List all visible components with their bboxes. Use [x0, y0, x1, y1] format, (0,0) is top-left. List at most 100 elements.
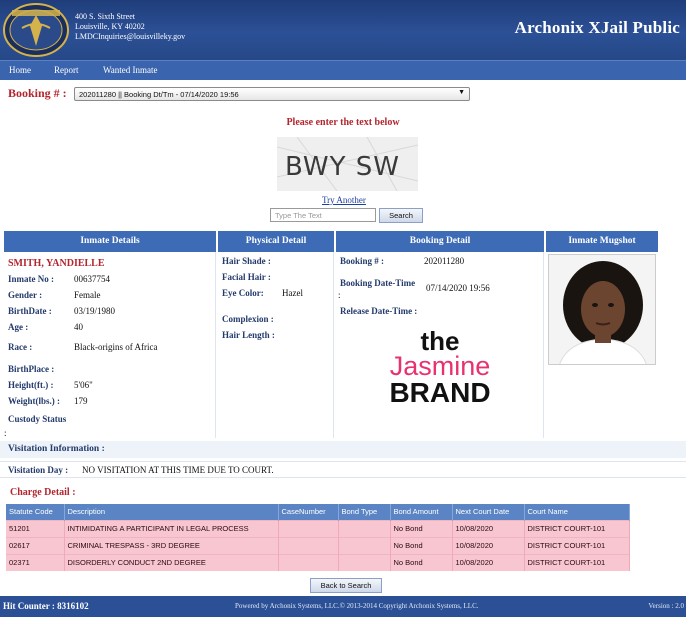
case-number-cell — [278, 553, 339, 571]
back-to-search-button[interactable]: Back to Search — [310, 578, 382, 593]
bond-type-cell — [338, 519, 391, 537]
description-cell: CRIMINAL TRESPASS - 3RD DEGREE — [64, 536, 279, 554]
gender-value: Female — [74, 290, 101, 300]
captcha-image: BWY SW — [277, 137, 418, 191]
inmate-mugshot-header: Inmate Mugshot — [546, 231, 658, 252]
booking-select-value: 202011280 || Booking Dt/Tm - 07/14/2020 … — [79, 90, 239, 99]
powered-by-text: Powered by Archonix Systems, LLC.© 2013-… — [235, 602, 479, 610]
physical-detail-header: Physical Detail — [218, 231, 334, 252]
brand-title: Archonix XJail Public — [514, 18, 680, 37]
nav-report[interactable]: Report — [54, 65, 79, 75]
weight-value: 179 — [74, 396, 88, 406]
custody-status-value: : — [4, 428, 7, 438]
contact-email[interactable]: LMDCInquiries@louisvilleky.gov — [75, 32, 185, 42]
custody-status-label: Custody Status — [8, 414, 67, 424]
age-label: Age : — [8, 322, 29, 332]
bond-amount-cell: No Bond — [390, 536, 453, 554]
birthplace-label: BirthPlace : — [8, 364, 55, 374]
col-bond-amount: Bond Amount — [390, 504, 453, 520]
case-number-cell — [278, 536, 339, 554]
jail-address: 400 S. Sixth Street Louisville, KY 40202… — [75, 12, 185, 42]
description-cell: INTIMIDATING A PARTICIPANT IN LEGAL PROC… — [64, 519, 279, 537]
mugshot-image — [549, 255, 655, 364]
captcha-prompt: Please enter the text below — [286, 117, 400, 128]
watermark-jasmine: Jasmine — [389, 351, 491, 381]
booking-no-value: 202011280 — [424, 256, 465, 266]
charge-detail-title: Charge Detail : — [10, 487, 76, 498]
race-value: Black-origins of Africa — [74, 342, 158, 352]
court-name-cell: DISTRICT COURT-101 — [524, 536, 630, 554]
bond-type-cell — [338, 536, 391, 554]
visitation-day-row: Visitation Day : NO VISITATION AT THIS T… — [0, 461, 686, 478]
try-another-link[interactable]: Try Another — [322, 195, 366, 205]
bond-amount-cell: No Bond — [390, 519, 453, 537]
inmate-details-panel: SMITH, YANDIELLE Inmate No : 00637754 Ge… — [4, 252, 216, 438]
release-datetime-label: Release Date-Time : — [340, 306, 418, 316]
address-line: Louisville, KY 40202 — [75, 22, 145, 31]
visitation-day-label: Visitation Day : — [8, 465, 69, 475]
inmate-details-header: Inmate Details — [4, 231, 216, 252]
next-court-date-cell: 10/08/2020 — [452, 519, 525, 537]
watermark-brand: BRAND — [389, 377, 491, 408]
col-court-name: Court Name — [524, 504, 630, 520]
court-name-cell: DISTRICT COURT-101 — [524, 553, 630, 571]
table-row: 51201 INTIMIDATING A PARTICIPANT IN LEGA… — [6, 519, 630, 537]
weight-label: Weight(lbs.) : — [8, 396, 61, 406]
case-number-cell — [278, 519, 339, 537]
address-line: 400 S. Sixth Street — [75, 12, 136, 21]
col-next-court-date: Next Court Date — [452, 504, 525, 520]
site-footer: Hit Counter : 8316102 Powered by Archoni… — [0, 596, 686, 617]
facial-hair-label: Facial Hair : — [222, 272, 271, 282]
captcha-input[interactable]: Type The Text — [270, 208, 376, 222]
gender-label: Gender : — [8, 290, 43, 300]
table-row: 02371 DISORDERLY CONDUCT 2ND DEGREE No B… — [6, 553, 630, 571]
inmate-no-label: Inmate No : — [8, 274, 54, 284]
eye-color-value: Hazel — [282, 288, 303, 298]
race-label: Race : — [8, 342, 33, 352]
booking-datetime-colon: : — [338, 290, 341, 300]
inmate-no-value: 00637754 — [74, 274, 110, 284]
eye-color-label: Eye Color: — [222, 288, 264, 298]
hit-counter: Hit Counter : 8316102 — [3, 601, 89, 611]
visitation-title: Visitation Information : — [8, 444, 105, 454]
booking-datetime-label: Booking Date-Time — [340, 278, 416, 288]
statute-code-cell: 02617 — [6, 536, 65, 554]
booking-select[interactable]: 202011280 || Booking Dt/Tm - 07/14/2020 … — [74, 87, 470, 101]
birthdate-label: BirthDate : — [8, 306, 52, 316]
age-value: 40 — [74, 322, 83, 332]
complexion-label: Complexion : — [222, 314, 274, 324]
booking-label: Booking # : — [8, 86, 67, 100]
statute-code-cell: 02371 — [6, 553, 65, 571]
inmate-name: SMITH, YANDIELLE — [8, 258, 105, 269]
bond-type-cell — [338, 553, 391, 571]
site-header: 400 S. Sixth Street Louisville, KY 40202… — [0, 0, 686, 60]
charges-table: Statute Code Description CaseNumber Bond… — [6, 504, 630, 571]
nav-wanted-inmate[interactable]: Wanted Inmate — [103, 65, 158, 75]
birthdate-value: 03/19/1980 — [74, 306, 116, 316]
captcha-text: BWY SW — [285, 152, 400, 182]
height-value: 5'06" — [74, 380, 93, 390]
col-case-number: CaseNumber — [278, 504, 339, 520]
height-label: Height(ft.) : — [8, 380, 54, 390]
nav-home[interactable]: Home — [9, 65, 31, 75]
search-button[interactable]: Search — [379, 208, 423, 223]
physical-detail-panel: Hair Shade : Facial Hair : Eye Color: Ha… — [218, 252, 334, 438]
next-court-date-cell: 10/08/2020 — [452, 536, 525, 554]
booking-datetime-value: 07/14/2020 19:56 — [426, 283, 490, 293]
court-name-cell: DISTRICT COURT-101 — [524, 519, 630, 537]
hair-length-label: Hair Length : — [222, 330, 275, 340]
inmate-mugshot-photo — [548, 254, 656, 365]
statute-code-cell: 51201 — [6, 519, 65, 537]
description-cell: DISORDERLY CONDUCT 2ND DEGREE — [64, 553, 279, 571]
louisville-metro-seal-logo — [3, 3, 69, 57]
dropdown-arrow-icon[interactable]: ▼ — [458, 89, 465, 96]
main-nav: Home Report Wanted Inmate — [0, 60, 686, 80]
visitation-day-value: NO VISITATION AT THIS TIME DUE TO COURT. — [82, 465, 274, 475]
col-statute-code: Statute Code — [6, 504, 65, 520]
version-text: Version : 2.0 — [648, 602, 684, 610]
bond-amount-cell: No Bond — [390, 553, 453, 571]
hair-shade-label: Hair Shade : — [222, 256, 271, 266]
charges-header-row: Statute Code Description CaseNumber Bond… — [6, 504, 630, 520]
table-row: 02617 CRIMINAL TRESPASS - 3RD DEGREE No … — [6, 536, 630, 554]
booking-detail-header: Booking Detail — [336, 231, 544, 252]
